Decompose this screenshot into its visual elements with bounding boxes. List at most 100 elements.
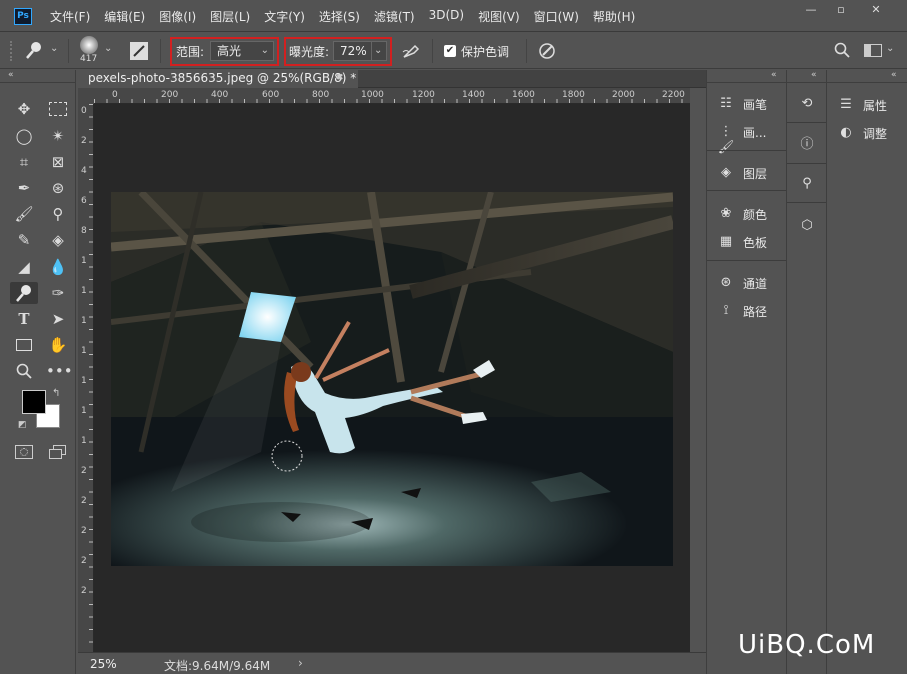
clone-stamp-tool-icon[interactable]: ⚲ xyxy=(46,203,70,225)
panel-item-label: 画... xyxy=(743,125,767,140)
ruler-label: 2 xyxy=(81,496,87,506)
panel-item-brush-settings[interactable]: ☷ 画笔 xyxy=(717,92,767,116)
lasso-tool-icon[interactable]: ◯ xyxy=(12,125,36,147)
brush-panel-toggle-icon[interactable] xyxy=(130,42,148,60)
screen-mode-icon[interactable] xyxy=(49,445,67,459)
ruler-label: 1 xyxy=(81,346,87,356)
adjustments-icon: ◐ xyxy=(840,125,852,140)
gradient-tool-icon[interactable]: ◢ xyxy=(12,256,36,278)
collapse-icon[interactable]: « xyxy=(891,70,897,80)
swatches-icon: ▦ xyxy=(719,234,733,249)
eyedropper-tool-icon[interactable]: ✒ xyxy=(12,177,36,199)
range-select[interactable]: 高光 ⌄ xyxy=(210,41,274,61)
ruler-label: 1 xyxy=(81,316,87,326)
options-grip xyxy=(10,41,16,61)
brush-presets-icon: ⋮🖌 xyxy=(717,124,735,155)
range-value: 高光 xyxy=(217,44,242,58)
3d-icon[interactable]: ⬡ xyxy=(798,218,816,234)
panel-item-layers[interactable]: ◈ 图层 xyxy=(717,161,767,185)
hand-tool-icon[interactable]: ✋ xyxy=(46,334,70,356)
path-selection-tool-icon[interactable]: ➤ xyxy=(46,308,70,330)
panel-item-swatches[interactable]: ▦ 色板 xyxy=(717,230,767,254)
menu-edit[interactable]: 编辑(E) xyxy=(104,8,145,25)
collapse-icon[interactable]: « xyxy=(771,70,777,80)
chevron-down-icon[interactable]: ⌄ xyxy=(50,43,58,54)
menu-type[interactable]: 文字(Y) xyxy=(264,8,305,25)
menu-filter[interactable]: 滤镜(T) xyxy=(374,8,415,25)
close-tab-icon[interactable]: ✖ xyxy=(336,70,344,87)
panel-item-color[interactable]: ❀ 颜色 xyxy=(717,202,767,226)
history-icon[interactable]: ⟲ xyxy=(798,96,816,112)
horizontal-ruler[interactable]: 0 200 400 600 800 1000 1200 1400 1600 18… xyxy=(94,88,690,104)
move-tool-icon[interactable]: ✥ xyxy=(12,98,36,120)
close-button[interactable]: ✕ xyxy=(865,3,887,19)
vertical-ruler[interactable]: 0 2 4 6 8 1 1 1 1 1 1 1 2 2 2 2 2 xyxy=(78,104,94,652)
menu-items: 文件(F) 编辑(E) 图像(I) 图层(L) 文字(Y) 选择(S) 滤镜(T… xyxy=(50,8,649,25)
paths-icon: ⟟ xyxy=(723,303,729,318)
marquee-tool-icon[interactable] xyxy=(46,98,70,120)
dodge-tool-preset-icon[interactable] xyxy=(24,40,44,64)
menu-help[interactable]: 帮助(H) xyxy=(593,8,635,25)
dodge-tool-icon[interactable] xyxy=(10,282,38,304)
pen-tool-icon[interactable]: ✑ xyxy=(46,282,70,304)
panel-item-channels[interactable]: ⊛ 通道 xyxy=(717,271,767,295)
chevron-down-icon[interactable]: ⌄ xyxy=(886,43,894,54)
exposure-dropdown-button[interactable]: ⌄ xyxy=(371,41,387,61)
pressure-size-icon[interactable] xyxy=(538,42,556,63)
status-menu-icon[interactable]: › xyxy=(298,656,303,670)
app-logo: Ps xyxy=(14,8,32,25)
foreground-color-swatch-front[interactable] xyxy=(22,390,46,414)
exposure-value: 72% xyxy=(340,44,367,58)
menu-layer[interactable]: 图层(L) xyxy=(210,8,250,25)
blur-tool-icon[interactable]: 💧 xyxy=(46,256,70,278)
ruler-origin[interactable] xyxy=(78,88,94,104)
menu-view[interactable]: 视图(V) xyxy=(478,8,520,25)
minimize-button[interactable]: — xyxy=(800,3,822,19)
brush-tool-icon[interactable]: 🖌 xyxy=(12,203,36,225)
zoom-tool-icon[interactable] xyxy=(12,360,36,382)
document-tab-bar: pexels-photo-3856635.jpeg @ 25%(RGB/8) *… xyxy=(78,70,706,88)
protect-tones-checkbox[interactable]: ✔ xyxy=(444,45,456,57)
menu-3d[interactable]: 3D(D) xyxy=(429,8,464,25)
zoom-level[interactable]: 25% xyxy=(90,657,117,671)
healing-brush-tool-icon[interactable]: ⊛ xyxy=(46,177,70,199)
swap-colors-icon[interactable]: ↰ xyxy=(52,388,60,399)
history-brush-tool-icon[interactable]: ✎ xyxy=(12,229,36,251)
collapse-icon[interactable]: « xyxy=(8,70,14,80)
document-tab[interactable]: pexels-photo-3856635.jpeg @ 25%(RGB/8) *… xyxy=(78,70,358,88)
search-icon[interactable] xyxy=(834,42,850,61)
frame-tool-icon[interactable]: ⊠ xyxy=(46,151,70,173)
clone-source-icon[interactable]: ⚲ xyxy=(798,176,816,192)
chevron-down-icon[interactable]: ⌄ xyxy=(104,43,112,54)
default-colors-icon[interactable]: ◩ xyxy=(18,420,27,430)
menu-image[interactable]: 图像(I) xyxy=(159,8,196,25)
airbrush-icon[interactable] xyxy=(402,43,420,62)
ruler-label: 6 xyxy=(81,196,87,206)
document-image[interactable] xyxy=(111,192,673,566)
panel-item-paths[interactable]: ⟟ 路径 xyxy=(717,299,767,323)
panel-item-brush-presets[interactable]: ⋮🖌 画... xyxy=(717,120,767,155)
collapse-icon[interactable]: « xyxy=(811,70,817,80)
more-tools-icon[interactable]: ••• xyxy=(46,360,73,382)
rectangle-tool-icon[interactable] xyxy=(12,334,36,356)
properties-icon: ☰ xyxy=(840,97,852,112)
menu-file[interactable]: 文件(F) xyxy=(50,8,90,25)
panel-dock-1: « ☷ 画笔 ⋮🖌 画... ◈ 图层 ❀ 颜色 ▦ 色板 ⊛ 通道 ⟟ 路径 xyxy=(706,70,787,674)
menu-select[interactable]: 选择(S) xyxy=(319,8,360,25)
panel-dock-2: « ⟲ ⓘ ⚲ ⬡ xyxy=(786,70,827,674)
menu-window[interactable]: 窗口(W) xyxy=(534,8,579,25)
panel-item-adjustments[interactable]: ◐ 调整 xyxy=(837,121,887,145)
protect-tones-label: 保护色调 xyxy=(461,45,510,59)
maximize-button[interactable]: ▫ xyxy=(830,3,852,19)
panel-item-properties[interactable]: ☰ 属性 xyxy=(837,93,887,117)
type-tool-icon[interactable]: T xyxy=(12,308,36,330)
magic-wand-tool-icon[interactable]: ✴ xyxy=(46,125,70,147)
quick-mask-icon[interactable] xyxy=(15,445,33,459)
crop-tool-icon[interactable]: ⌗ xyxy=(12,151,36,173)
ruler-label: 2 xyxy=(81,586,87,596)
eraser-tool-icon[interactable]: ◈ xyxy=(46,229,70,251)
brush-preview-icon[interactable] xyxy=(80,36,98,54)
info-icon[interactable]: ⓘ xyxy=(798,137,816,153)
ruler-label: 2 xyxy=(81,136,87,146)
workspace-icon[interactable] xyxy=(864,44,882,57)
